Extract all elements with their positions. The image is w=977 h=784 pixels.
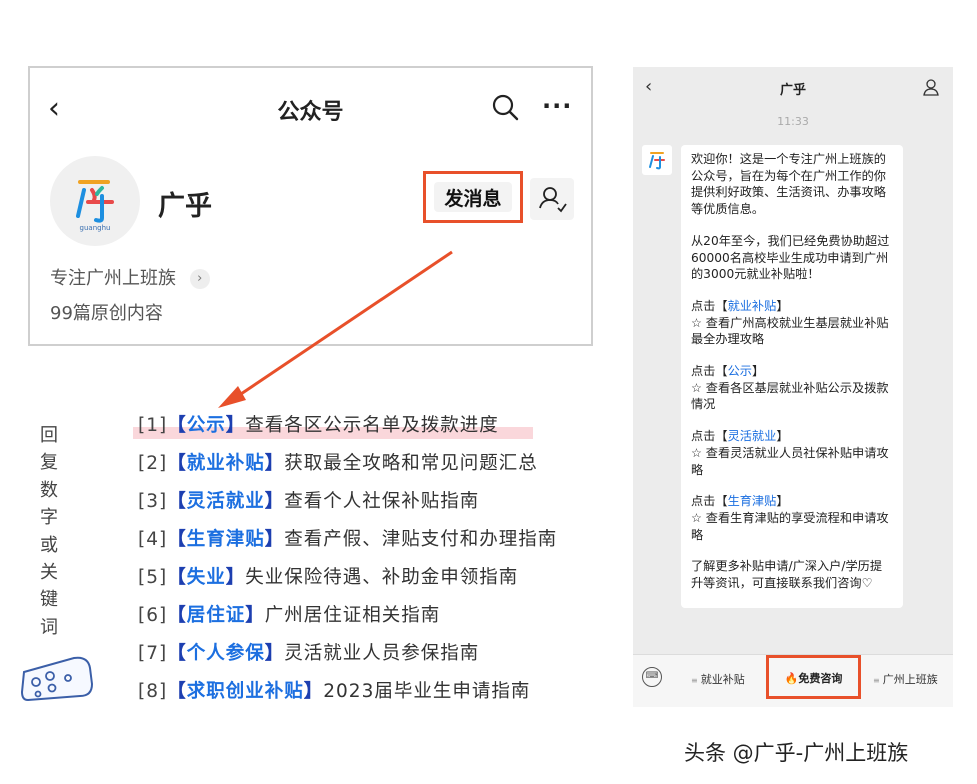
keyword: 失业: [186, 567, 226, 588]
official-account-profile-card: ‹ 公众号 ··· guanghu 广乎 发消息 专注广州上班族 › 99篇原创…: [28, 66, 593, 346]
original-content-count: 99篇原创内容: [50, 303, 163, 324]
follow-button[interactable]: [530, 178, 574, 220]
list-item: [1]【公示】查看各区公示名单及拨款进度: [133, 412, 557, 450]
watermark: 头条 @广乎-广州上班族: [684, 741, 909, 765]
guanghu-logo-icon: [649, 152, 665, 170]
speech-bubble-decoration-icon: [20, 656, 94, 702]
tagline-text: 专注广州上班族: [50, 268, 176, 289]
keyword-desc: 获取最全攻略和常见问题汇总: [284, 453, 538, 474]
keyword: 生育津贴: [186, 529, 265, 550]
send-message-button[interactable]: 发消息: [434, 182, 512, 212]
keyword-desc: 灵活就业人员参保指南: [284, 643, 480, 664]
intro-text: 欢迎你！这是一个专注广州上班族的公众号，旨在为每个在广州工作的你提供利好政策、生…: [691, 152, 886, 217]
account-name: 广乎: [158, 191, 212, 222]
keyword-link[interactable]: 生育津贴: [728, 494, 777, 508]
menu-item-free-consult[interactable]: 🔥免费咨询: [769, 670, 858, 686]
chat-title: 广乎: [779, 83, 806, 98]
keyword-desc: 查看各区公示名单及拨款进度: [245, 415, 499, 436]
list-item: [6]【居住证】广州居住证相关指南: [138, 605, 441, 626]
list-item: [5]【失业】失业保险待遇、补助金申领指南: [138, 567, 519, 588]
keyboard-icon[interactable]: ⌨: [642, 667, 662, 687]
list-item: [3]【灵活就业】查看个人社保补贴指南: [138, 491, 480, 512]
keyword-desc: 2023届毕业生申请指南: [323, 681, 531, 702]
message-block: 点击【就业补贴】 ☆ 查看广州高校就业生基层就业补贴最全办理攻略: [691, 298, 889, 347]
message-block: 点击【灵活就业】 ☆ 查看灵活就业人员社保补贴申请攻略: [691, 429, 889, 477]
chat-screenshot: ‹ 广乎 11:33 欢迎你！这是一个专注广州上班族的公众号，旨在为每个在广州工…: [633, 67, 953, 707]
keyword: 灵活就业: [186, 491, 265, 512]
sender-avatar[interactable]: [642, 145, 672, 175]
outro-text: 了解更多补贴申请/广深入户/学历提升等资讯，可直接联系我们咨询♡: [691, 559, 883, 591]
account-tagline[interactable]: 专注广州上班族 ›: [50, 264, 210, 290]
highlight-box: 🔥免费咨询: [766, 655, 861, 699]
user-profile-icon[interactable]: [922, 78, 940, 96]
list-item: [2]【就业补贴】获取最全攻略和常见问题汇总: [138, 453, 538, 474]
list-item: [4]【生育津贴】查看产假、津贴支付和办理指南: [138, 529, 558, 550]
reply-keyword-prompt: 回 复 数 字 或 关 键 词: [40, 425, 58, 638]
keyword-link[interactable]: 就业补贴: [728, 299, 777, 313]
keyword-link[interactable]: 灵活就业: [728, 429, 777, 443]
more-options-icon[interactable]: ···: [542, 92, 572, 120]
highlight-box: 发消息: [423, 171, 523, 223]
logo-subtext: guanghu: [80, 224, 111, 232]
keyword-list: [1]【公示】查看各区公示名单及拨款进度 [2]【就业补贴】获取最全攻略和常见问…: [133, 412, 558, 716]
keyword: 就业补贴: [186, 453, 265, 474]
chevron-right-icon: ›: [189, 269, 210, 289]
keyword-desc: 查看产假、津贴支付和办理指南: [284, 529, 558, 550]
timestamp: 11:33: [777, 115, 809, 128]
menu-item[interactable]: ≡ 就业补贴: [691, 671, 745, 687]
keyword: 求职创业补贴: [186, 681, 304, 702]
keyword-link[interactable]: 公示: [728, 364, 752, 378]
avatar: guanghu: [50, 156, 140, 246]
keyword: 居住证: [186, 605, 246, 626]
chat-menu-bar: ⌨ ≡ 就业补贴 🔥免费咨询 ≡ 广州上班族: [633, 654, 953, 707]
keyword: 公示: [186, 415, 226, 436]
list-item: [8]【求职创业补贴】2023届毕业生申请指南: [138, 681, 531, 702]
search-icon[interactable]: [490, 92, 520, 122]
list-item: [7]【个人参保】灵活就业人员参保指南: [138, 643, 480, 664]
menu-item[interactable]: ≡ 广州上班族: [873, 671, 938, 687]
message-block: 点击【生育津贴】 ☆ 查看生育津贴的享受流程和申请攻略: [691, 494, 889, 542]
guanghu-logo-icon: guanghu: [76, 180, 114, 232]
message-block: 点击【公示】 ☆ 查看各区基层就业补贴公示及拨款情况: [691, 364, 889, 412]
keyword-desc: 查看个人社保补贴指南: [284, 491, 480, 512]
message-bubble: 欢迎你！这是一个专注广州上班族的公众号，旨在为每个在广州工作的你提供利好政策、生…: [681, 145, 903, 608]
keyword: 个人参保: [186, 643, 265, 664]
stats-text: 从20年至今，我们已经免费协助超过60000名高校毕业生成功申请到广州的3000…: [691, 233, 890, 282]
keyword-desc: 失业保险待遇、补助金申领指南: [245, 567, 519, 588]
keyword-desc: 广州居住证相关指南: [264, 605, 441, 626]
user-icon: [539, 187, 567, 213]
